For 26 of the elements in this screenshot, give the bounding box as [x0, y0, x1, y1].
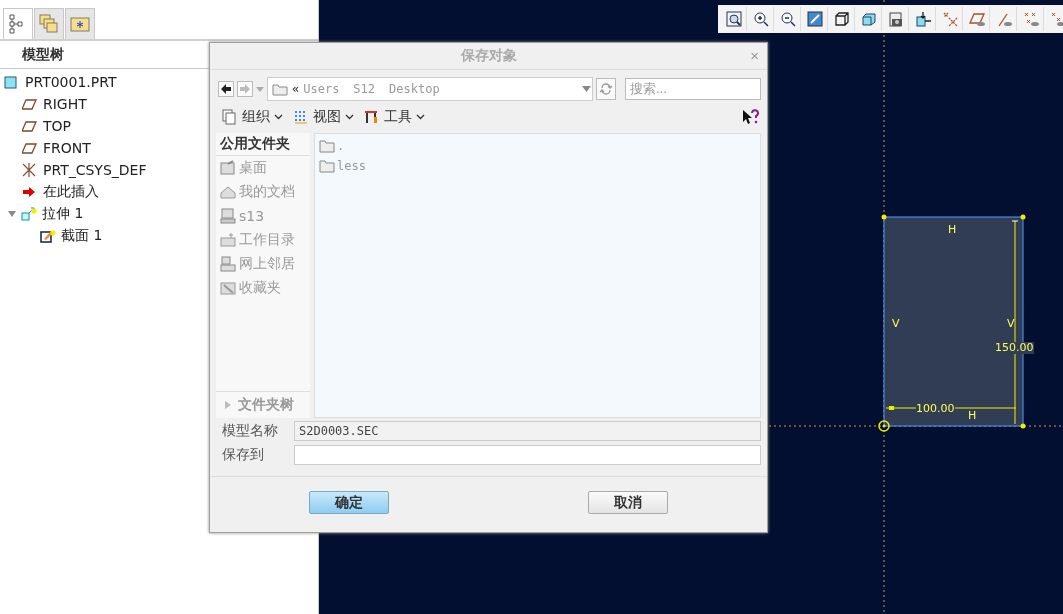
chevron-icon[interactable]: « — [292, 81, 300, 96]
dimension-value[interactable]: 150.00 — [995, 342, 1034, 354]
dialog-title: 保存对象 — [460, 47, 517, 65]
constraint-label: H — [968, 410, 977, 422]
constraint-label: H — [948, 224, 957, 236]
constraint-label: V — [892, 318, 900, 330]
address-bar[interactable]: « Users S12 Desktop — [267, 76, 593, 101]
tree-item[interactable]: FRONT — [43, 140, 91, 156]
menu-button[interactable]: 工具 — [362, 108, 427, 126]
section-heading: 公用文件夹 — [216, 133, 310, 156]
constraint-label: V — [1007, 318, 1015, 330]
tree-item[interactable]: TOP — [43, 118, 71, 134]
menu-button[interactable]: 组织 — [220, 108, 285, 126]
search-field[interactable]: 搜索... — [625, 77, 761, 100]
tree-item[interactable]: 在此插入 — [43, 183, 99, 201]
menu-button[interactable]: 视图 — [291, 108, 356, 126]
field-label: 模型名称 — [222, 422, 279, 440]
ok-button[interactable]: 确定 — [309, 491, 390, 514]
field-label: 保存到 — [222, 446, 265, 464]
tree-item[interactable]: 截面 1 — [61, 227, 103, 245]
dimension-value[interactable]: 100.00 — [916, 403, 955, 415]
cancel-button[interactable]: 取消 — [587, 491, 668, 514]
tree-item[interactable]: PRT_CSYS_DEF — [43, 162, 147, 178]
tree-item[interactable]: 拉伸 1 — [42, 205, 84, 223]
tree-item[interactable]: RIGHT — [43, 96, 87, 112]
tree-item[interactable]: PRT0001.PRT — [25, 74, 117, 90]
